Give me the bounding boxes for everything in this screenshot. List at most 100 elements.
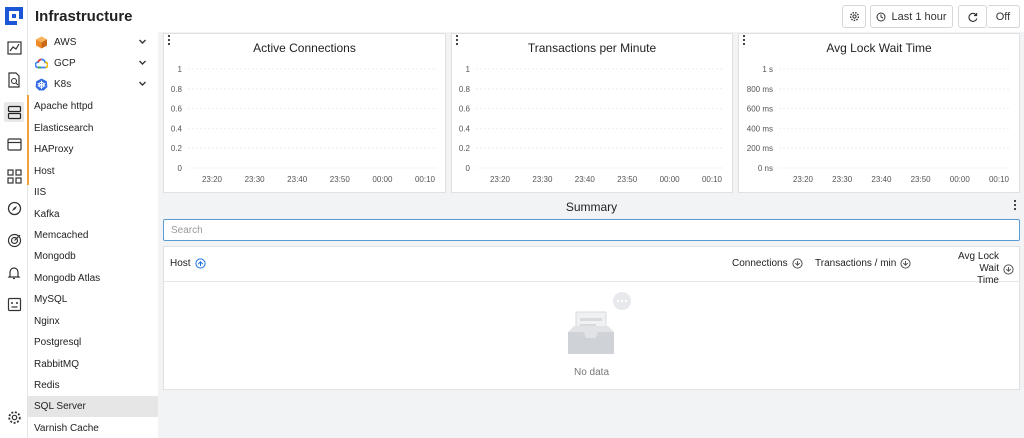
x-tick-label: 00:00: [950, 175, 971, 184]
nav-cloud-label: GCP: [54, 58, 76, 69]
log-search-icon[interactable]: [4, 70, 24, 90]
aws-icon: [36, 36, 47, 49]
y-tick-label: 0 ns: [758, 164, 773, 173]
auto-refresh-toggle[interactable]: Off: [987, 5, 1020, 28]
y-tick-label: 800 ms: [747, 85, 773, 94]
search-input[interactable]: [163, 219, 1020, 241]
bot-face-icon[interactable]: [4, 294, 24, 314]
x-tick-label: 23:20: [793, 175, 814, 184]
column-connections[interactable]: Connections: [732, 258, 803, 269]
x-tick-label: 23:50: [617, 175, 638, 184]
chart-plot-area: 1 s 800 ms 600 ms 400 ms 200 ms 0 ns 23:20 23:3…: [747, 65, 1011, 184]
infrastructure-server-icon[interactable]: [4, 102, 24, 122]
nav-item-label: Kafka: [34, 209, 60, 220]
column-header-label: Time: [977, 275, 999, 286]
nav-cloud-aws[interactable]: AWS: [28, 32, 158, 53]
nav-item-host[interactable]: Host: [28, 161, 158, 182]
y-tick-label: 0.2: [459, 144, 471, 153]
y-tick-label: 0.6: [171, 105, 183, 114]
y-tick-label: 1: [178, 65, 183, 74]
nav-item-label: Memcached: [34, 230, 89, 241]
empty-state-text: No data: [573, 367, 610, 378]
k8s-icon: [35, 78, 48, 91]
nav-cloud-label: K8s: [54, 79, 72, 90]
top-header: Infrastructure Last 1 hour Off: [28, 0, 1024, 32]
nav-item-apache-httpd[interactable]: Apache httpd: [28, 96, 158, 117]
y-tick-label: 200 ms: [747, 144, 773, 153]
x-tick-label: 00:10: [415, 175, 436, 184]
nav-item-postgresql[interactable]: Postgresql: [28, 332, 158, 353]
y-tick-label: 1 s: [762, 65, 773, 74]
nav-item-haproxy[interactable]: HAProxy: [28, 139, 158, 160]
y-tick-label: 0.2: [171, 144, 183, 153]
summary-more-menu-icon[interactable]: [1010, 199, 1020, 211]
nav-item-iis[interactable]: IIS: [28, 182, 158, 203]
x-tick-label: 23:40: [575, 175, 596, 184]
time-range-label: Last 1 hour: [891, 10, 947, 23]
nav-item-mysql[interactable]: MySQL: [28, 289, 158, 310]
nav-item-redis[interactable]: Redis: [28, 375, 158, 396]
x-tick-label: 23:30: [532, 175, 553, 184]
nav-cloud-gcp[interactable]: GCP: [28, 53, 158, 74]
chart-avg-lock-wait-time: Avg Lock Wait Time 1 s 800 ms 600 ms 400 ms…: [738, 33, 1020, 193]
y-tick-label: 0.4: [459, 124, 471, 133]
x-tick-label: 23:40: [871, 175, 892, 184]
nav-item-label: Elasticsearch: [34, 123, 94, 134]
nav-scroll-marker: [27, 95, 29, 185]
nav-item-elasticsearch[interactable]: Elasticsearch: [28, 118, 158, 139]
chart-transactions-per-minute: Transactions per Minute 1 0.8 0.6 0.4 0.2 0 23…: [451, 33, 733, 193]
nav-cloud-k8s[interactable]: K8s: [28, 74, 158, 95]
card-icon[interactable]: [4, 134, 24, 154]
compass-icon[interactable]: [4, 198, 24, 218]
x-tick-label: 00:10: [989, 175, 1010, 184]
nav-item-label: Host: [34, 166, 55, 177]
y-tick-label: 0.8: [459, 85, 471, 94]
nav-item-label: IIS: [34, 187, 47, 198]
icon-rail: [0, 0, 28, 438]
summary-title: Summary: [565, 200, 618, 214]
app-logo-icon[interactable]: [4, 6, 24, 26]
time-range-button[interactable]: Last 1 hour: [870, 5, 953, 28]
nav-item-label: Apache httpd: [34, 101, 93, 112]
target-icon[interactable]: [4, 230, 24, 250]
refresh-icon: [967, 12, 977, 22]
nav-item-rabbitmq[interactable]: RabbitMQ: [28, 354, 158, 375]
grid-apps-icon[interactable]: [4, 166, 24, 186]
x-tick-label: 23:40: [287, 175, 308, 184]
nav-cloud-label: AWS: [54, 37, 77, 48]
y-tick-label: 0.6: [459, 105, 471, 114]
sort-descending-icon: [1003, 263, 1014, 275]
nav-item-sql-server[interactable]: SQL Server: [28, 396, 158, 417]
chart-plot-area: 1 0.8 0.6 0.4 0.2 0 23:20 23:30 23:40 23:50 00:00 0…: [171, 65, 437, 184]
column-header-label-group: Avg Lock Wait Time: [936, 251, 999, 287]
nav-item-label: SQL Server: [34, 401, 86, 412]
sort-ascending-icon: [194, 258, 206, 269]
y-tick-label: 0: [178, 164, 183, 173]
nav-item-nginx[interactable]: Nginx: [28, 311, 158, 332]
refresh-button[interactable]: [958, 5, 987, 28]
nav-item-varnish-cache[interactable]: Varnish Cache: [28, 418, 158, 438]
column-avg-lock-wait[interactable]: Avg Lock Wait Time: [936, 251, 1014, 287]
nav-item-mongodb-atlas[interactable]: Mongodb Atlas: [28, 268, 158, 289]
page-title: Infrastructure: [35, 8, 133, 25]
nav-item-label: HAProxy: [34, 144, 74, 155]
nav-item-label: RabbitMQ: [34, 359, 80, 370]
bell-icon[interactable]: [4, 262, 24, 282]
settings-gear-icon[interactable]: [4, 407, 24, 427]
column-host[interactable]: Host: [170, 258, 206, 269]
sort-descending-icon: [791, 258, 803, 269]
settings-button[interactable]: [842, 5, 866, 28]
integration-nav: AWS GCP K8s Apache httpd Elasticsearch H…: [28, 32, 158, 438]
nav-item-memcached[interactable]: Memcached: [28, 225, 158, 246]
column-transactions[interactable]: Transactions / min: [815, 258, 911, 269]
column-header-label: Connections: [732, 258, 788, 269]
x-tick-label: 00:00: [660, 175, 681, 184]
dashboard-chart-icon[interactable]: [4, 38, 24, 58]
nav-item-label: Nginx: [34, 316, 60, 327]
x-tick-label: 23:20: [490, 175, 511, 184]
nav-item-kafka[interactable]: Kafka: [28, 204, 158, 225]
y-tick-label: 0.8: [171, 85, 183, 94]
nav-item-mongodb[interactable]: Mongodb: [28, 246, 158, 267]
column-header-label: Host: [170, 258, 191, 269]
column-header-label: Transactions / min: [815, 258, 897, 269]
